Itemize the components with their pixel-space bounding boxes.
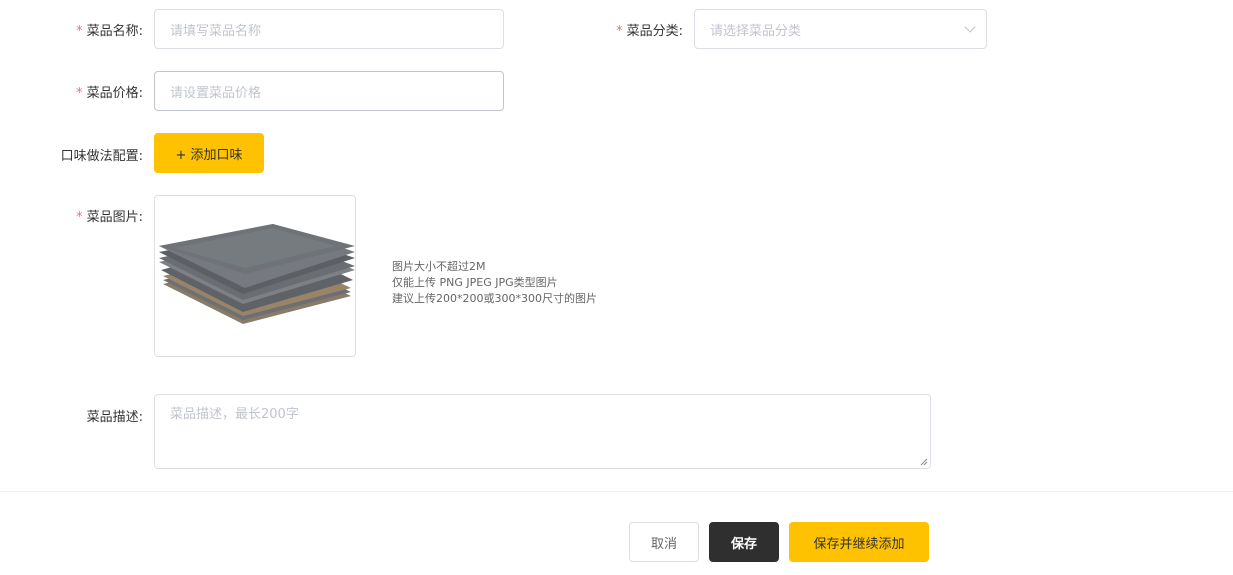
chevron-down-icon xyxy=(964,21,976,33)
dish-image-label: * 菜品图片: xyxy=(76,210,143,225)
dish-image-preview xyxy=(159,224,355,324)
required-mark: * xyxy=(76,210,83,225)
required-mark: * xyxy=(76,86,83,101)
required-mark: * xyxy=(616,24,623,39)
dish-price-input[interactable]: 请设置菜品价格 xyxy=(154,71,504,111)
dish-category-label: * 菜品分类: xyxy=(616,24,683,39)
dish-description-textarea[interactable]: 菜品描述，最长200字 xyxy=(154,394,931,469)
save-and-continue-button[interactable]: 保存并继续添加 xyxy=(789,522,929,562)
cancel-button[interactable]: 取消 xyxy=(629,522,699,562)
image-upload-tips: 图片大小不超过2M 仅能上传 PNG JPEG JPG类型图片 建议上传200*… xyxy=(392,259,652,307)
image-upload[interactable] xyxy=(154,195,356,357)
dish-description-label: 菜品描述: xyxy=(86,410,143,425)
dish-price-label: * 菜品价格: xyxy=(76,86,143,101)
tip-size: 图片大小不超过2M xyxy=(392,260,486,273)
dish-name-input[interactable]: 请填写菜品名称 xyxy=(154,9,504,49)
required-mark: * xyxy=(76,24,83,39)
tip-format: 仅能上传 PNG JPEG JPG类型图片 xyxy=(392,276,558,289)
footer-divider xyxy=(0,491,1233,492)
dish-name-label: * 菜品名称: xyxy=(76,24,143,39)
tip-dimension: 建议上传200*200或300*300尺寸的图片 xyxy=(392,292,597,305)
save-button[interactable]: 保存 xyxy=(709,522,779,562)
flavor-config-label: 口味做法配置: xyxy=(60,149,143,164)
add-flavor-button[interactable]: + 添加口味 xyxy=(154,133,264,173)
resize-handle-icon[interactable] xyxy=(920,458,928,466)
dish-category-select[interactable]: 请选择菜品分类 xyxy=(694,9,987,49)
